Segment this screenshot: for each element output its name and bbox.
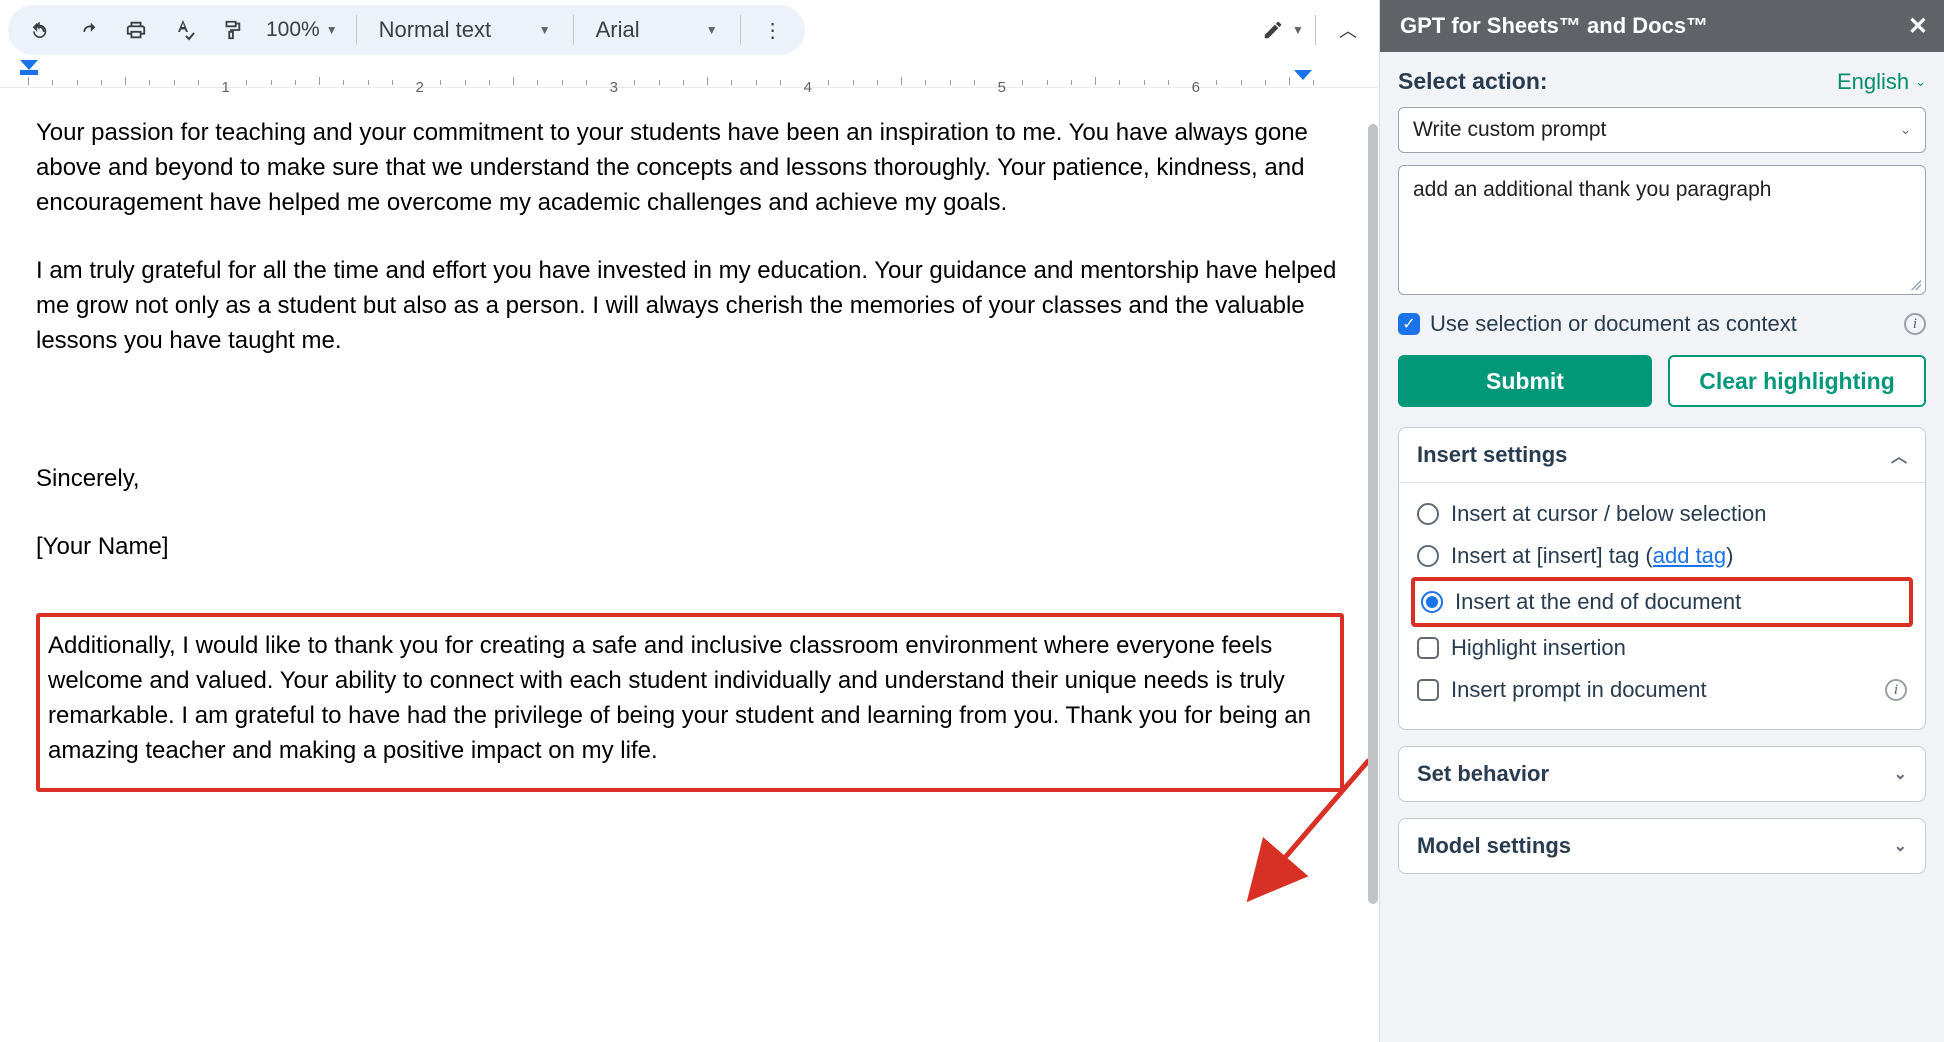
signature: [Your Name] xyxy=(36,530,1344,565)
paint-icon xyxy=(221,19,243,41)
separator xyxy=(1315,15,1316,45)
paint-format-button[interactable] xyxy=(208,8,256,52)
chevron-up-icon: ︿ xyxy=(1339,17,1357,43)
check-label: Insert prompt in document xyxy=(1451,677,1707,703)
inserted-text-highlight: Additionally, I would like to thank you … xyxy=(36,613,1344,792)
checkbox-empty-icon xyxy=(1417,637,1439,659)
radio-insert-end[interactable]: Insert at the end of document xyxy=(1421,585,1903,619)
action-dropdown[interactable]: Write custom prompt ⌄ xyxy=(1398,107,1926,153)
scroll-thumb[interactable] xyxy=(1368,124,1378,904)
radio-insert-tag[interactable]: Insert at [insert] tag (add tag) xyxy=(1417,535,1907,577)
chevron-down-icon: ▼ xyxy=(326,23,338,37)
more-button[interactable]: ⋮ xyxy=(749,8,797,52)
insert-settings-body: Insert at cursor / below selection Inser… xyxy=(1399,482,1925,729)
use-context-label: Use selection or document as context xyxy=(1430,311,1797,337)
sidebar: GPT for Sheets™ and Docs™ ✕ Select actio… xyxy=(1380,0,1944,1042)
radio-icon xyxy=(1417,503,1439,525)
toolbar: 100% ▼ Normal text ▼ Arial ▼ ⋮ ▼ xyxy=(0,0,1380,60)
document-page[interactable]: Your passion for teaching and your commi… xyxy=(0,88,1380,1042)
check-insert-prompt[interactable]: Insert prompt in document i xyxy=(1417,669,1907,711)
separator xyxy=(573,15,574,45)
clear-highlighting-button[interactable]: Clear highlighting xyxy=(1668,355,1926,407)
checkbox-checked-icon[interactable]: ✓ xyxy=(1398,313,1420,335)
model-settings-panel[interactable]: Model settings ⌄ xyxy=(1398,818,1926,874)
closing: Sincerely, xyxy=(36,462,1344,497)
undo-button[interactable] xyxy=(16,8,64,52)
chevron-down-icon: ▼ xyxy=(706,23,718,37)
sidebar-header: GPT for Sheets™ and Docs™ ✕ xyxy=(1380,0,1944,52)
prompt-textarea[interactable]: add an additional thank you paragraph xyxy=(1398,165,1926,295)
insert-settings-panel: Insert settings ︿ Insert at cursor / bel… xyxy=(1398,427,1926,730)
language-select[interactable]: English ⌄ xyxy=(1837,69,1926,95)
scrollbar[interactable] xyxy=(1368,84,1378,1042)
insert-settings-title: Insert settings xyxy=(1417,442,1567,468)
chevron-down-icon: ⌄ xyxy=(1915,74,1926,90)
font-select[interactable]: Arial ▼ xyxy=(582,17,732,43)
sidebar-body: Select action: English ⌄ Write custom pr… xyxy=(1380,52,1944,1042)
undo-icon xyxy=(29,19,51,41)
button-row: Submit Clear highlighting xyxy=(1398,355,1926,407)
paragraph-2: I am truly grateful for all the time and… xyxy=(36,254,1344,358)
radio-insert-cursor[interactable]: Insert at cursor / below selection xyxy=(1417,493,1907,535)
add-tag-link[interactable]: add tag xyxy=(1653,543,1726,568)
radio-label: Insert at [insert] tag (add tag) xyxy=(1451,543,1733,569)
collapse-button[interactable]: ︿ xyxy=(1324,8,1372,52)
model-settings-header[interactable]: Model settings ⌄ xyxy=(1399,819,1925,873)
sidebar-title: GPT for Sheets™ and Docs™ xyxy=(1400,13,1708,39)
inserted-paragraph: Additionally, I would like to thank you … xyxy=(48,629,1332,768)
radio-label: Insert at the end of document xyxy=(1455,589,1741,615)
info-icon[interactable]: i xyxy=(1885,679,1907,701)
separator xyxy=(356,15,357,45)
zoom-value: 100% xyxy=(266,18,320,42)
spellcheck-button[interactable] xyxy=(160,8,208,52)
language-value: English xyxy=(1837,69,1909,95)
chevron-down-icon: ⌄ xyxy=(1900,122,1911,138)
radio-icon xyxy=(1417,545,1439,567)
radio-insert-end-highlight: Insert at the end of document xyxy=(1411,577,1913,627)
close-icon[interactable]: ✕ xyxy=(1908,12,1928,41)
chevron-down-icon: ▼ xyxy=(539,23,551,37)
prompt-text: add an additional thank you paragraph xyxy=(1413,178,1771,201)
chevron-up-icon: ︿ xyxy=(1891,443,1907,467)
set-behavior-header[interactable]: Set behavior ⌄ xyxy=(1399,747,1925,801)
font-value: Arial xyxy=(596,17,640,43)
set-behavior-title: Set behavior xyxy=(1417,761,1549,787)
document-area: 100% ▼ Normal text ▼ Arial ▼ ⋮ ▼ xyxy=(0,0,1380,1042)
edit-mode-button[interactable]: ▼ xyxy=(1259,8,1307,52)
check-label: Highlight insertion xyxy=(1451,635,1626,661)
ruler-track: 123456 xyxy=(28,60,1360,87)
use-context-row[interactable]: ✓ Use selection or document as context i xyxy=(1398,311,1926,337)
insert-settings-header[interactable]: Insert settings ︿ xyxy=(1399,428,1925,482)
submit-button[interactable]: Submit xyxy=(1398,355,1652,407)
toolbar-pill: 100% ▼ Normal text ▼ Arial ▼ ⋮ xyxy=(8,5,805,55)
model-settings-title: Model settings xyxy=(1417,833,1571,859)
select-action-label: Select action: xyxy=(1398,68,1548,95)
info-icon[interactable]: i xyxy=(1904,313,1926,335)
check-highlight-insertion[interactable]: Highlight insertion xyxy=(1417,627,1907,669)
redo-button[interactable] xyxy=(64,8,112,52)
chevron-down-icon: ⌄ xyxy=(1894,764,1907,784)
action-header-row: Select action: English ⌄ xyxy=(1398,68,1926,95)
chevron-down-icon: ▼ xyxy=(1292,23,1304,37)
print-icon xyxy=(125,19,147,41)
paragraph-1: Your passion for teaching and your commi… xyxy=(36,116,1344,220)
redo-icon xyxy=(77,19,99,41)
pencil-icon xyxy=(1262,19,1284,41)
set-behavior-panel[interactable]: Set behavior ⌄ xyxy=(1398,746,1926,802)
zoom-select[interactable]: 100% ▼ xyxy=(256,18,348,42)
separator xyxy=(740,15,741,45)
checkbox-empty-icon xyxy=(1417,679,1439,701)
action-value: Write custom prompt xyxy=(1413,118,1606,142)
more-vert-icon: ⋮ xyxy=(763,18,783,43)
spellcheck-icon xyxy=(172,18,196,42)
style-value: Normal text xyxy=(379,17,491,43)
ruler[interactable]: 123456 xyxy=(0,60,1380,88)
empty-line xyxy=(36,393,1344,428)
radio-selected-icon xyxy=(1421,591,1443,613)
radio-label: Insert at cursor / below selection xyxy=(1451,501,1766,527)
paragraph-style-select[interactable]: Normal text ▼ xyxy=(365,17,565,43)
chevron-down-icon: ⌄ xyxy=(1894,836,1907,856)
right-indent-marker[interactable] xyxy=(1294,70,1312,80)
print-button[interactable] xyxy=(112,8,160,52)
